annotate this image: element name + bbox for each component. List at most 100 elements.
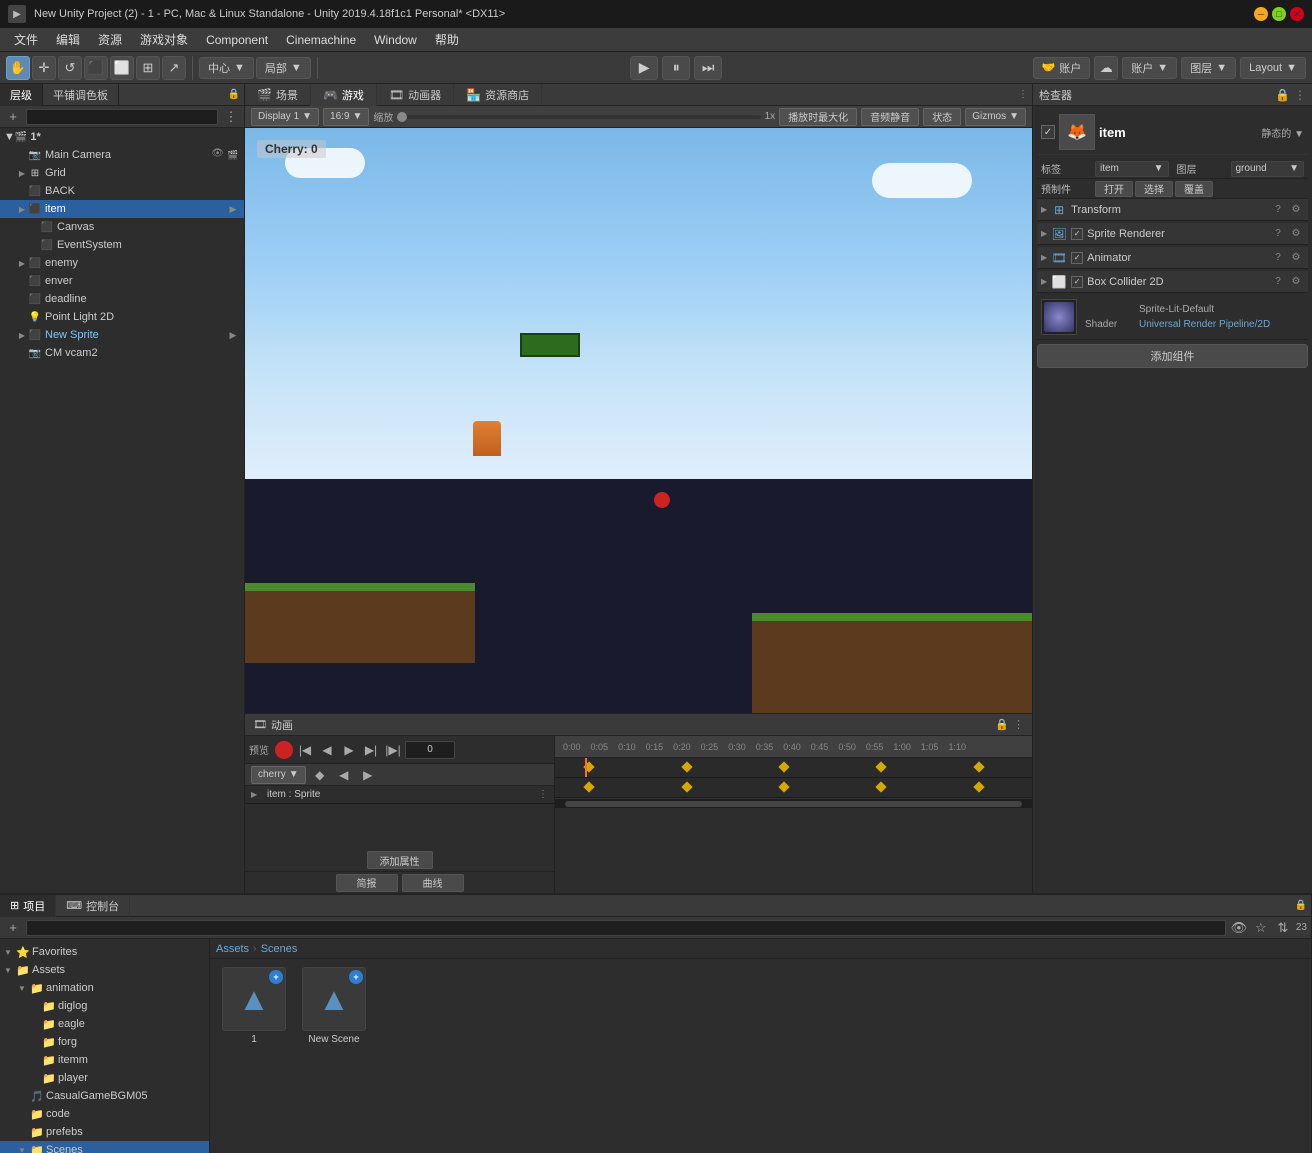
object-active-checkbox[interactable]: ✓ <box>1041 125 1055 139</box>
anim-options-icon[interactable]: ⋮ <box>1013 718 1024 731</box>
hier-item-enver[interactable]: ⬛ enver <box>0 272 244 290</box>
box-collider-help-icon[interactable]: ? <box>1270 274 1286 290</box>
step-button[interactable]: ⏭ <box>694 56 722 80</box>
sprite-renderer-header[interactable]: ▶ 🖼 ✓ Sprite Renderer ? ⚙ <box>1037 223 1308 245</box>
hier-item-grid[interactable]: ▶ ⊞ Grid <box>0 164 244 182</box>
menu-window[interactable]: Window <box>366 31 425 49</box>
simple-mode-btn[interactable]: 简报 <box>336 874 398 892</box>
anim-first-btn[interactable]: |◀ <box>295 740 315 760</box>
transform-help-icon[interactable]: ? <box>1270 202 1286 218</box>
breadcrumb-scenes[interactable]: Scenes <box>261 943 298 955</box>
project-sort-btn[interactable]: ⇅ <box>1274 919 1292 937</box>
tree-player[interactable]: 📁 player <box>0 1069 209 1087</box>
display-dropdown[interactable]: Display 1 ▼ <box>251 108 319 126</box>
local-dropdown[interactable]: 局部 ▼ <box>256 57 311 79</box>
track-options[interactable]: ⋮ <box>538 789 548 800</box>
transform-tool-btn[interactable]: ⊞ <box>136 56 160 80</box>
animator-help-icon[interactable]: ? <box>1270 250 1286 266</box>
close-button[interactable]: ✕ <box>1290 7 1304 21</box>
project-eye-btn[interactable]: 👁 <box>1230 919 1248 937</box>
project-add-btn[interactable]: + <box>4 919 22 937</box>
curve-mode-btn[interactable]: 曲线 <box>402 874 464 892</box>
project-star-btn[interactable]: ☆ <box>1252 919 1270 937</box>
tab-asset-store[interactable]: 🏪 资源商店 <box>454 84 542 106</box>
anim-lock-icon[interactable]: 🔒 <box>995 718 1009 731</box>
transform-header[interactable]: ▶ ⊞ Transform ? ⚙ <box>1037 199 1308 221</box>
stats-btn[interactable]: 状态 <box>923 108 961 126</box>
rotate-tool-btn[interactable]: ↺ <box>58 56 82 80</box>
animator-header[interactable]: ▶ 🎞 ✓ Animator ? ⚙ <box>1037 247 1308 269</box>
menu-edit[interactable]: 编辑 <box>48 29 88 50</box>
menu-assets[interactable]: 资源 <box>90 29 130 50</box>
hier-item-item[interactable]: ▶ ⬛ item ▶ <box>0 200 244 218</box>
tree-assets[interactable]: ▼ 📁 Assets <box>0 961 209 979</box>
tree-diglog[interactable]: 📁 diglog <box>0 997 209 1015</box>
project-panel-lock[interactable]: 🔒 <box>1295 900 1311 911</box>
animator-settings-icon[interactable]: ⚙ <box>1288 250 1304 266</box>
anim-play-btn[interactable]: ▶ <box>339 740 359 760</box>
anim-prev-btn[interactable]: ◀ <box>317 740 337 760</box>
hierarchy-search[interactable] <box>26 109 218 125</box>
select-prefab-btn[interactable]: 选择 <box>1135 181 1173 197</box>
collaborate-dropdown[interactable]: 🤝 账户 <box>1033 57 1091 79</box>
maximize-button[interactable]: □ <box>1272 7 1286 21</box>
gizmos-dropdown[interactable]: Gizmos ▼ <box>965 108 1026 126</box>
inspector-options-icon[interactable]: ⋮ <box>1294 88 1306 102</box>
menu-component[interactable]: Component <box>198 31 276 49</box>
hier-item-cm-vcam2[interactable]: 📷 CM vcam2 <box>0 344 244 362</box>
sprite-renderer-settings-icon[interactable]: ⚙ <box>1288 226 1304 242</box>
tab-animator[interactable]: 🎞 动画器 <box>377 84 454 106</box>
tree-casual-bgm[interactable]: 🎵 CasualGameBGM05 <box>0 1087 209 1105</box>
record-button[interactable] <box>275 741 293 759</box>
hier-item-back[interactable]: ⬛ BACK <box>0 182 244 200</box>
tree-code[interactable]: 📁 code <box>0 1105 209 1123</box>
aspect-dropdown[interactable]: 16:9 ▼ <box>323 108 369 126</box>
shader-value[interactable]: Universal Render Pipeline/2D <box>1139 319 1270 330</box>
cloud-button[interactable]: ☁ <box>1094 56 1118 80</box>
hier-add-btn[interactable]: + <box>4 108 22 126</box>
inspector-lock-icon[interactable]: 🔒 <box>1275 88 1290 102</box>
rect-tool-btn[interactable]: ⬜ <box>110 56 134 80</box>
box-collider-checkbox[interactable]: ✓ <box>1071 276 1083 288</box>
tab-game[interactable]: 🎮 游戏 <box>311 84 377 106</box>
menu-file[interactable]: 文件 <box>6 29 46 50</box>
tree-favorites[interactable]: ▼ ⭐ Favorites <box>0 943 209 961</box>
tab-scene[interactable]: 🎬 场景 <box>245 84 311 106</box>
move-tool-btn[interactable]: ✛ <box>32 56 56 80</box>
key-left-btn[interactable]: ◀ <box>334 766 354 784</box>
play-button[interactable]: ▶ <box>630 56 658 80</box>
hand-tool-btn[interactable]: ✋ <box>6 56 30 80</box>
scale-tool-btn[interactable]: ⬛ <box>84 56 108 80</box>
animator-checkbox[interactable]: ✓ <box>1071 252 1083 264</box>
scale-slider[interactable] <box>397 115 760 119</box>
hier-item-enemy[interactable]: ▶ ⬛ enemy <box>0 254 244 272</box>
mute-audio-btn[interactable]: 音频静音 <box>861 108 919 126</box>
hier-options-btn[interactable]: ⋮ <box>222 108 240 126</box>
hier-item-point-light-2d[interactable]: 💡 Point Light 2D <box>0 308 244 326</box>
hier-item-main-camera[interactable]: 📷 Main Camera 👁 🎬 <box>0 146 244 164</box>
add-property-button[interactable]: 添加属性 <box>367 851 433 869</box>
account-dropdown[interactable]: 账户 ▼ <box>1122 57 1177 79</box>
tree-scenes[interactable]: ▼ 📁 Scenes <box>0 1141 209 1153</box>
menu-gameobject[interactable]: 游戏对象 <box>132 29 196 50</box>
layer-dropdown[interactable]: ground ▼ <box>1231 161 1305 177</box>
transform-settings-icon[interactable]: ⚙ <box>1288 202 1304 218</box>
panel-lock-icon[interactable]: 🔒 <box>228 89 244 100</box>
override-prefab-btn[interactable]: 覆盖 <box>1175 181 1213 197</box>
key-diamond-btn[interactable]: ◆ <box>310 766 330 784</box>
hier-item-eventsystem[interactable]: ⬛ EventSystem <box>0 236 244 254</box>
box-collider-header[interactable]: ▶ ⬜ ✓ Box Collider 2D ? ⚙ <box>1037 271 1308 293</box>
key-right-btn[interactable]: ▶ <box>358 766 378 784</box>
tab-console[interactable]: ⌨ 控制台 <box>56 895 130 917</box>
static-dropdown[interactable]: 静态的 ▼ <box>1261 125 1304 140</box>
hier-item-deadline[interactable]: ⬛ deadline <box>0 290 244 308</box>
asset-new-scene[interactable]: + ▲ New Scene <box>298 967 370 1045</box>
anim-timecode[interactable]: 0 <box>405 741 455 759</box>
tab-color-palette[interactable]: 平铺调色板 <box>43 84 119 106</box>
custom-tool-btn[interactable]: ↗ <box>162 56 186 80</box>
minimize-button[interactable]: ─ <box>1254 7 1268 21</box>
scrollbar-thumb[interactable] <box>565 801 1022 807</box>
layers-dropdown[interactable]: 图层 ▼ <box>1181 57 1236 79</box>
max-on-play-btn[interactable]: 播放时最大化 <box>779 108 857 126</box>
menu-help[interactable]: 帮助 <box>427 29 467 50</box>
